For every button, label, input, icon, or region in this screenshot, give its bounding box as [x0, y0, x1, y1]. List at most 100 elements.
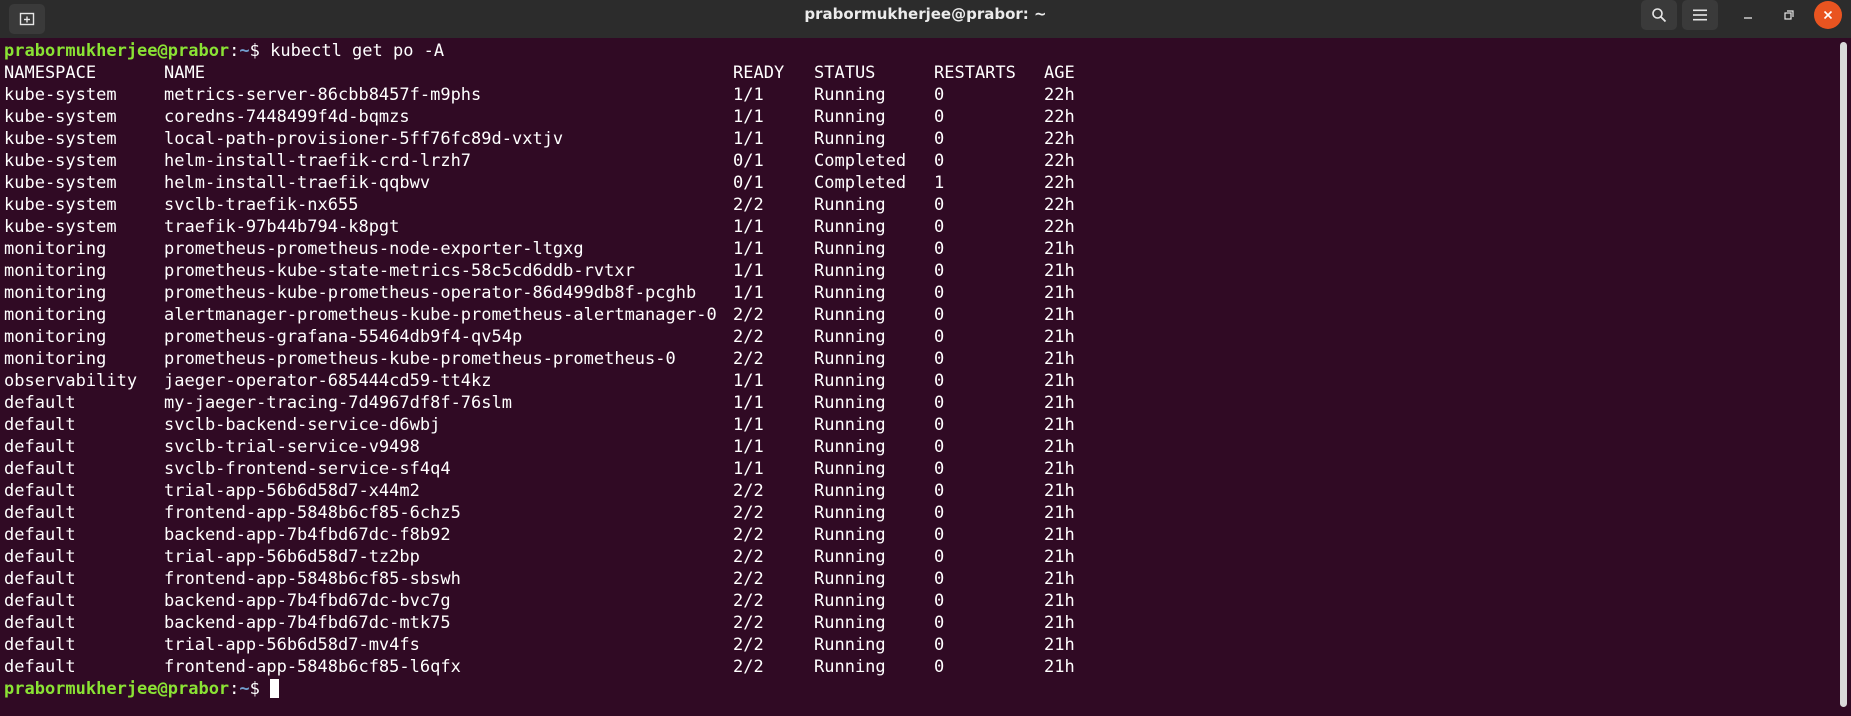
close-button[interactable]	[1814, 1, 1842, 29]
cell-ready: 2/2	[733, 349, 764, 369]
cell-ready: 2/2	[733, 635, 764, 655]
cell-ready: 1/1	[733, 459, 764, 479]
cell-restarts: 0	[934, 657, 945, 677]
minimize-button[interactable]	[1734, 1, 1762, 29]
table-row: default frontend-app-5848b6cf85-6chz5 2/2 R…	[4, 502, 1204, 524]
header-status: STATUS	[814, 63, 876, 83]
cell-age: 21h	[1044, 657, 1075, 677]
cell-ready: 2/2	[733, 569, 764, 589]
cell-namespace: kube-system	[4, 151, 117, 171]
cell-restarts: 0	[934, 283, 945, 303]
maximize-button[interactable]	[1775, 1, 1803, 29]
cell-age: 21h	[1044, 591, 1075, 611]
table-row: monitoring alertmanager-prometheus-kube-p…	[4, 304, 1204, 326]
cell-restarts: 0	[934, 481, 945, 501]
cell-name: trial-app-56b6d58d7-tz2bp	[164, 547, 420, 567]
cell-name: backend-app-7b4fbd67dc-bvc7g	[164, 591, 451, 611]
table-row: kube-system helm-install-traefik-crd-lrzh…	[4, 150, 1204, 172]
window-title: prabormukherjee@prabor: ~	[804, 5, 1047, 23]
cell-status: Running	[814, 635, 886, 655]
new-tab-button[interactable]	[9, 4, 45, 34]
cell-restarts: 0	[934, 195, 945, 215]
scrollbar[interactable]	[1838, 38, 1851, 716]
cell-name: prometheus-kube-state-metrics-58c5cd6ddb…	[164, 261, 635, 281]
cell-ready: 2/2	[733, 481, 764, 501]
cell-namespace: observability	[4, 371, 138, 391]
cell-restarts: 0	[934, 151, 945, 171]
cell-age: 21h	[1044, 613, 1075, 633]
cell-status: Running	[814, 305, 886, 325]
cell-age: 22h	[1044, 195, 1075, 215]
cell-namespace: monitoring	[4, 239, 107, 259]
table-row: default backend-app-7b4fbd67dc-f8b92 2/2 Ru…	[4, 524, 1204, 546]
cell-age: 21h	[1044, 503, 1075, 523]
cell-status: Completed	[814, 173, 907, 193]
cell-namespace: default	[4, 393, 76, 413]
cell-age: 21h	[1044, 283, 1075, 303]
cell-ready: 1/1	[733, 437, 764, 457]
cell-status: Running	[814, 547, 886, 567]
cell-restarts: 0	[934, 635, 945, 655]
cell-namespace: default	[4, 591, 76, 611]
cell-restarts: 0	[934, 327, 945, 347]
text-cursor	[270, 679, 280, 698]
cell-ready: 1/1	[733, 85, 764, 105]
scrollbar-thumb[interactable]	[1840, 42, 1847, 707]
cell-age: 22h	[1044, 217, 1075, 237]
cell-name: helm-install-traefik-crd-lrzh7	[164, 151, 472, 171]
cell-ready: 2/2	[733, 305, 764, 325]
cell-age: 21h	[1044, 635, 1075, 655]
header-restarts: RESTARTS	[934, 63, 1016, 83]
cell-ready: 1/1	[733, 283, 764, 303]
cell-status: Running	[814, 525, 886, 545]
cell-namespace: default	[4, 525, 76, 545]
cell-ready: 0/1	[733, 151, 764, 171]
cell-namespace: monitoring	[4, 261, 107, 281]
cell-name: frontend-app-5848b6cf85-sbswh	[164, 569, 461, 589]
cell-namespace: default	[4, 415, 76, 435]
prompt-dollar: $	[249, 679, 271, 699]
current-prompt-line[interactable]: prabormukherjee@prabor:~$	[4, 678, 280, 700]
cell-status: Running	[814, 569, 886, 589]
table-row: default my-jaeger-tracing-7d4967df8f-76sl…	[4, 392, 1204, 414]
cell-age: 21h	[1044, 305, 1075, 325]
table-row: kube-system svclb-traefik-nx655 2/2 Running…	[4, 194, 1204, 216]
cell-namespace: default	[4, 657, 76, 677]
prompt-dollar: $	[249, 41, 271, 61]
cell-name: metrics-server-86cbb8457f-m9phs	[164, 85, 482, 105]
prompt-colon: :	[229, 41, 240, 61]
cell-age: 22h	[1044, 151, 1075, 171]
cell-age: 21h	[1044, 371, 1075, 391]
cell-restarts: 0	[934, 393, 945, 413]
cell-restarts: 0	[934, 261, 945, 281]
cell-restarts: 1	[934, 173, 945, 193]
cell-name: svclb-frontend-service-sf4q4	[164, 459, 451, 479]
cell-name: frontend-app-5848b6cf85-l6qfx	[164, 657, 461, 677]
menu-button[interactable]	[1682, 0, 1718, 30]
cell-age: 21h	[1044, 459, 1075, 479]
cell-status: Running	[814, 129, 886, 149]
table-row: default svclb-frontend-service-sf4q4 1/1 Ru…	[4, 458, 1204, 480]
table-row: default backend-app-7b4fbd67dc-mtk75 2/2 Ru…	[4, 612, 1204, 634]
cell-restarts: 0	[934, 591, 945, 611]
cell-namespace: kube-system	[4, 173, 117, 193]
cell-name: prometheus-kube-prometheus-operator-86d4…	[164, 283, 697, 303]
cell-namespace: default	[4, 503, 76, 523]
cell-name: local-path-provisioner-5ff76fc89d-vxtjv	[164, 129, 564, 149]
cell-namespace: monitoring	[4, 283, 107, 303]
cell-status: Running	[814, 459, 886, 479]
cell-restarts: 0	[934, 569, 945, 589]
cell-status: Running	[814, 239, 886, 259]
search-button[interactable]	[1641, 0, 1677, 30]
table-row: default trial-app-56b6d58d7-x44m2 2/2 Runni…	[4, 480, 1204, 502]
cell-name: jaeger-operator-685444cd59-tt4kz	[164, 371, 492, 391]
table-row: default svclb-trial-service-v9498 1/1 Runni…	[4, 436, 1204, 458]
table-row: default trial-app-56b6d58d7-mv4fs 2/2 Runni…	[4, 634, 1204, 656]
terminal-output[interactable]: prabormukherjee@prabor:~$ kubectl get po…	[0, 38, 1838, 716]
cell-status: Running	[814, 393, 886, 413]
cell-name: prometheus-prometheus-node-exporter-ltgx…	[164, 239, 584, 259]
cell-restarts: 0	[934, 217, 945, 237]
cell-restarts: 0	[934, 349, 945, 369]
maximize-icon	[1784, 10, 1794, 20]
table-row: default frontend-app-5848b6cf85-l6qfx 2/2 R…	[4, 656, 1204, 678]
